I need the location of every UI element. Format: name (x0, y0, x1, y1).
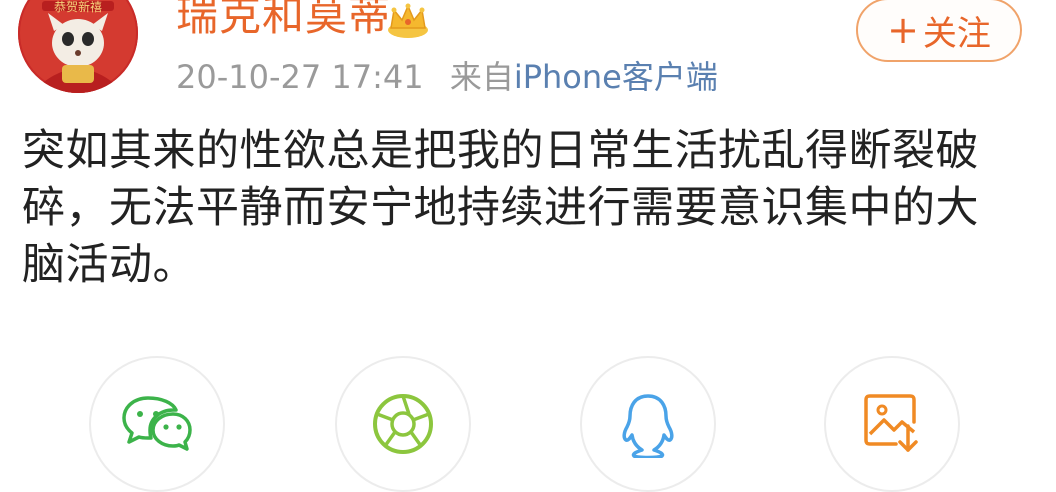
follow-button[interactable]: + 关注 (856, 0, 1022, 62)
share-qq-button[interactable] (580, 356, 716, 492)
post-content: 突如其来的性欲总是把我的日常生活扰乱得断裂破碎，无法平静而安宁地持续进行需要意识… (22, 126, 979, 290)
follow-button-label: 关注 (922, 13, 991, 54)
qq-penguin-icon (622, 394, 674, 458)
crown-icon (388, 3, 428, 38)
username[interactable]: 瑞克和莫蒂 (176, 0, 391, 42)
save-image-icon (864, 394, 918, 452)
avatar-image: 恭贺新禧 (18, 0, 138, 93)
avatar-caption: 恭贺新禧 (54, 0, 102, 14)
plus-icon: + (887, 8, 919, 52)
share-moments-button[interactable] (335, 356, 471, 492)
share-save-image-button[interactable] (824, 356, 960, 492)
share-wechat-button[interactable] (89, 356, 225, 492)
avatar[interactable]: 恭贺新禧 (18, 0, 138, 93)
post-meta: 20-10-27 17:41 来自iPhone客户端 (176, 57, 718, 97)
wechat-icon (122, 396, 192, 451)
camera-aperture-icon (373, 394, 433, 454)
source-prefix: 来自 (449, 58, 514, 96)
source-link[interactable]: iPhone客户端 (514, 58, 718, 96)
post-timestamp: 20-10-27 17:41 (176, 58, 424, 96)
